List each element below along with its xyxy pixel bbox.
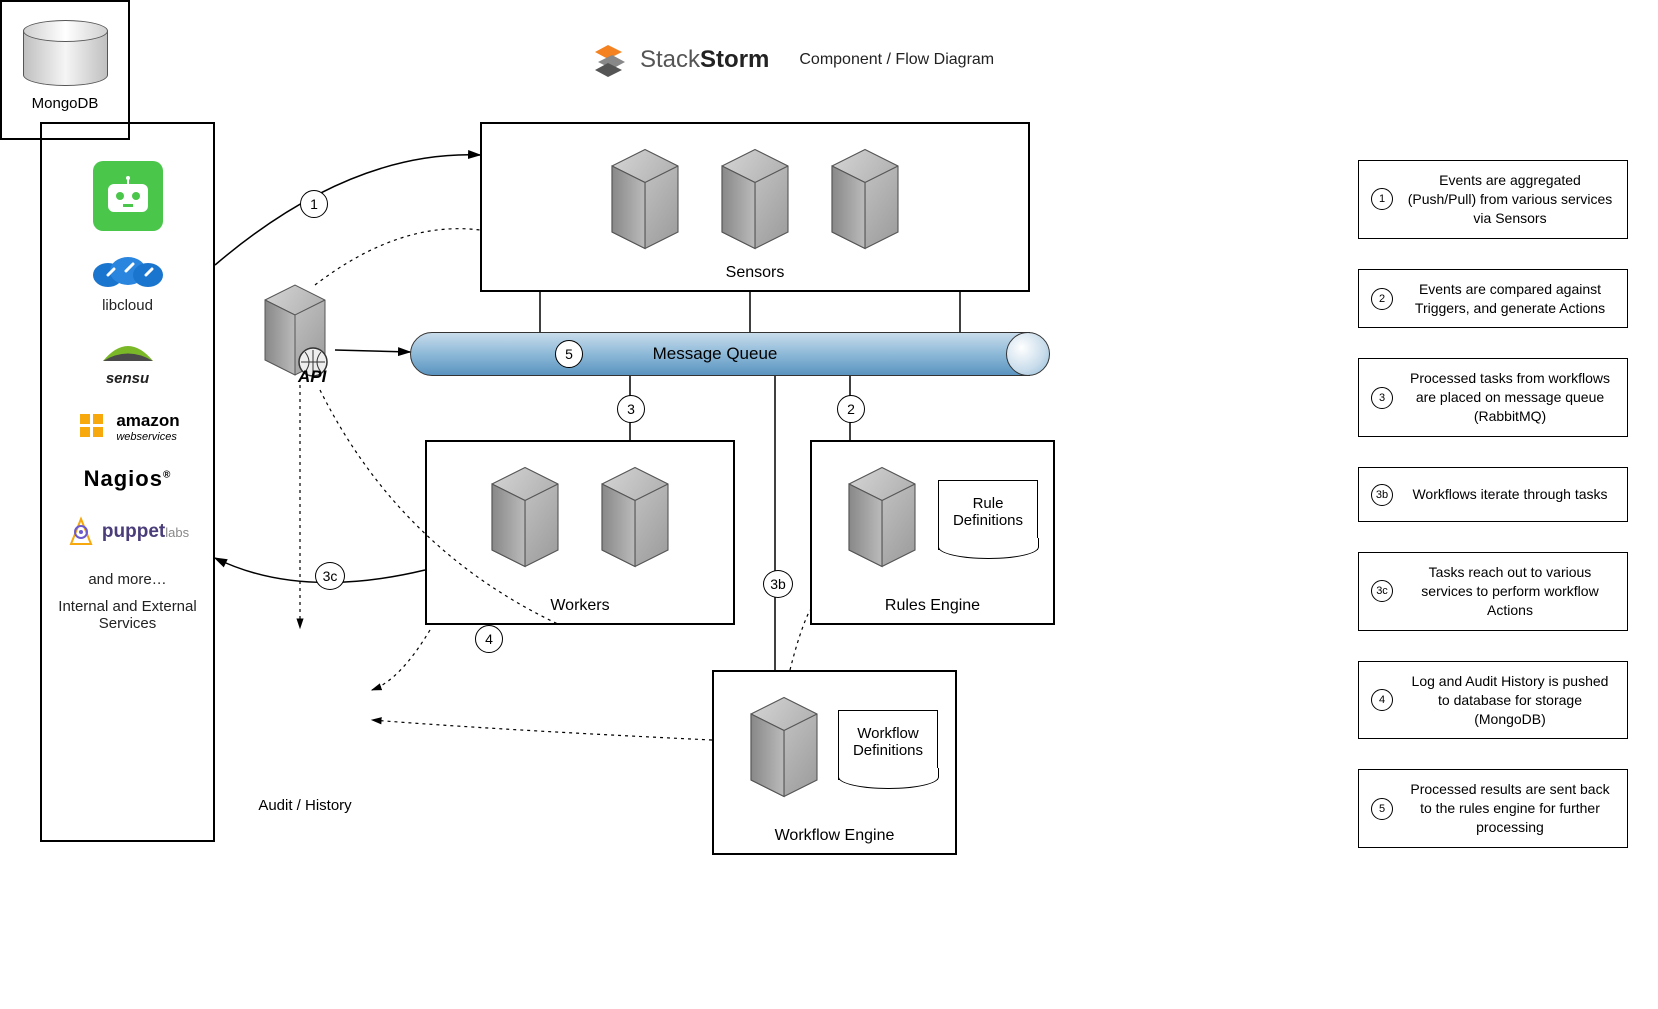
legend-item-3c: 3c Tasks reach out to various services t… xyxy=(1358,552,1628,631)
legend-item-5: 5 Processed results are sent back to the… xyxy=(1358,769,1628,848)
stackstorm-logo: StackStorm xyxy=(590,40,769,80)
sensu-icon xyxy=(98,336,158,366)
audit-history-box: MongoDB xyxy=(0,0,130,140)
services-caption: Internal and External Services xyxy=(52,598,203,632)
legend-num: 3c xyxy=(1371,580,1393,602)
legend-text: Tasks reach out to various services to p… xyxy=(1405,563,1615,620)
service-item-libcloud: libcloud xyxy=(52,253,203,314)
legend-item-2: 2 Events are compared against Triggers, … xyxy=(1358,269,1628,329)
workers-label: Workers xyxy=(427,597,733,615)
libcloud-icon xyxy=(88,253,168,293)
api-label: API xyxy=(298,367,326,387)
legend-text: Events are compared against Triggers, an… xyxy=(1405,280,1615,318)
server-icon xyxy=(820,144,910,259)
puppet-sublabel: labs xyxy=(165,525,189,540)
sensors-box: Sensors xyxy=(480,122,1030,292)
logo-text-storm: Storm xyxy=(700,46,769,73)
aws-sublabel: webservices xyxy=(116,431,179,443)
puppet-icon xyxy=(66,514,96,549)
service-item-aws: amazon webservices xyxy=(52,409,203,444)
server-icon xyxy=(739,692,829,807)
mongodb-icon xyxy=(23,20,108,90)
stackstorm-logo-icon xyxy=(590,40,630,80)
audit-history-label: Audit / History xyxy=(240,797,370,814)
server-icon xyxy=(590,462,680,577)
legend-item-3b: 3b Workflows iterate through tasks xyxy=(1358,467,1628,522)
legend-num: 5 xyxy=(1371,798,1393,820)
sensu-label: sensu xyxy=(106,370,149,387)
step-4: 4 xyxy=(475,625,503,653)
legend-item-1: 1 Events are aggregated (Push/Pull) from… xyxy=(1358,160,1628,239)
legend-num: 2 xyxy=(1371,288,1393,310)
rules-engine-label: Rules Engine xyxy=(812,597,1053,615)
legend-num: 1 xyxy=(1371,188,1393,210)
legend-item-4: 4 Log and Audit History is pushed to dat… xyxy=(1358,661,1628,740)
libcloud-label: libcloud xyxy=(102,297,153,314)
legend-num: 3b xyxy=(1371,484,1393,506)
nagios-label: Nagios® xyxy=(84,466,172,492)
legend-text: Processed results are sent back to the r… xyxy=(1405,780,1615,837)
rule-definitions-label: Rule Definitions xyxy=(939,481,1037,543)
legend-num: 4 xyxy=(1371,689,1393,711)
server-icon xyxy=(480,462,570,577)
service-item-nagios: Nagios® xyxy=(52,466,203,492)
step-3b: 3b xyxy=(763,570,793,598)
legend-text: Workflows iterate through tasks xyxy=(1405,485,1615,504)
legend-num: 3 xyxy=(1371,387,1393,409)
step-5: 5 xyxy=(555,340,583,368)
step-1: 1 xyxy=(300,190,328,218)
server-icon xyxy=(600,144,690,259)
server-icon xyxy=(710,144,800,259)
robot-icon xyxy=(93,161,163,231)
services-panel: libcloud sensu amazon webservices Nagios… xyxy=(40,122,215,842)
message-queue: Message Queue xyxy=(410,332,1050,376)
service-item-puppet: puppetlabs xyxy=(52,514,203,549)
workflow-definitions-doc: Workflow Definitions xyxy=(838,710,938,780)
service-item-sensu: sensu xyxy=(52,336,203,387)
diagram-subtitle: Component / Flow Diagram xyxy=(799,51,994,69)
step-3: 3 xyxy=(617,395,645,423)
puppet-label: puppet xyxy=(102,521,165,542)
aws-label: amazon xyxy=(116,411,179,431)
service-item-robot xyxy=(52,161,203,231)
header: StackStorm Component / Flow Diagram xyxy=(590,40,994,80)
legend-text: Processed tasks from workflows are place… xyxy=(1405,369,1615,426)
legend-text: Log and Audit History is pushed to datab… xyxy=(1405,672,1615,729)
legend-text: Events are aggregated (Push/Pull) from v… xyxy=(1405,171,1615,228)
workflow-definitions-label: Workflow Definitions xyxy=(839,711,937,773)
mongodb-label: MongoDB xyxy=(10,95,120,112)
services-more: and more… xyxy=(52,571,203,588)
legend: 1 Events are aggregated (Push/Pull) from… xyxy=(1358,160,1628,878)
step-3c: 3c xyxy=(315,562,345,590)
sensors-label: Sensors xyxy=(482,264,1028,282)
step-2: 2 xyxy=(837,395,865,423)
rule-definitions-doc: Rule Definitions xyxy=(938,480,1038,550)
api-server xyxy=(255,280,335,380)
legend-item-3: 3 Processed tasks from workflows are pla… xyxy=(1358,358,1628,437)
logo-text-stack: Stack xyxy=(640,46,700,73)
message-queue-label: Message Queue xyxy=(410,332,1020,376)
workflow-engine-label: Workflow Engine xyxy=(714,827,955,845)
aws-icon xyxy=(75,409,110,444)
server-icon xyxy=(837,462,927,577)
workers-box: Workers xyxy=(425,440,735,625)
